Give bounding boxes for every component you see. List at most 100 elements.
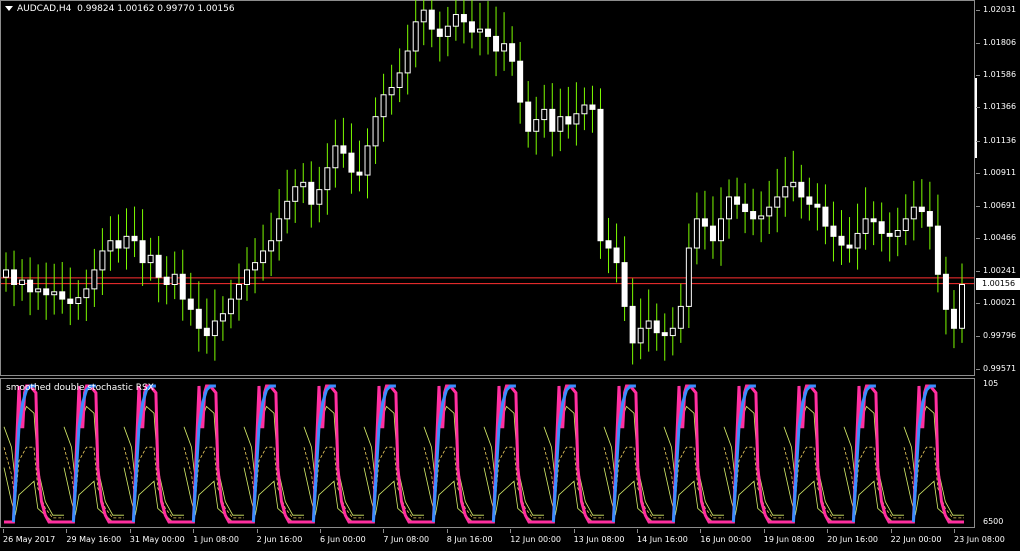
candle-body-bull [388, 86, 395, 96]
time-tick [320, 529, 321, 533]
time-tick [193, 529, 195, 533]
candle-body-bear [139, 240, 146, 264]
candle-body-bull [83, 288, 90, 299]
candle-body-bull [372, 116, 379, 147]
candle-body-bull [501, 43, 508, 52]
candle-body-bull [324, 167, 331, 191]
candle-body-bull [758, 215, 765, 220]
dropdown-triangle-icon[interactable] [5, 6, 13, 11]
candle-body-bear [115, 240, 122, 249]
candle-body-bear [163, 276, 170, 286]
candle-body-bear [155, 254, 162, 278]
time-label: 31 May 00:00 [129, 535, 185, 544]
candle-body-bull [300, 181, 307, 188]
candle-body-bull [894, 230, 901, 237]
price-label: 0.99796 [983, 331, 1017, 341]
candle-body-bull [268, 240, 275, 252]
candle-body-bull [19, 279, 26, 286]
candle-body-bear [605, 240, 612, 249]
candle-body-bull [35, 288, 42, 293]
candle-body-bull [380, 94, 387, 118]
candle-body-bull [790, 181, 797, 188]
candle-body-bear [806, 196, 813, 205]
candle-body-bear [43, 288, 50, 296]
candle-body-bull [260, 250, 267, 264]
candle-body-bear [460, 14, 467, 23]
candle-body-bear [340, 145, 347, 154]
candle-body-bear [179, 273, 186, 300]
price-tick [976, 369, 980, 370]
candle-body-bull [420, 9, 427, 23]
time-tick [700, 529, 702, 533]
candle-body-bull [854, 232, 861, 249]
candle-body-bull [766, 206, 773, 217]
price-tick [976, 107, 980, 109]
candle-body-bear [59, 291, 66, 300]
price-tick [976, 173, 980, 175]
time-tick [763, 529, 765, 533]
candle-body-bull [147, 254, 154, 264]
time-label: 8 Jun 16:00 [446, 535, 493, 544]
candle-body-bear [709, 225, 716, 242]
candle-body-bull [227, 298, 234, 315]
candle-body-bull [862, 218, 869, 234]
candle-body-bull [476, 28, 483, 33]
candle-body-bull [91, 269, 98, 290]
time-tick [446, 529, 448, 533]
current-price-label: 1.00156 [976, 277, 1020, 290]
candle-body-bull [637, 327, 644, 344]
candle-body-bear [11, 269, 18, 286]
candle-body-bear [565, 116, 572, 125]
time-label: 6 Jun 00:00 [320, 535, 366, 544]
price-label: 1.00241 [983, 266, 1017, 276]
candle-body-bear [195, 308, 202, 329]
candle-body-bear [926, 211, 933, 227]
candle-body-bear [613, 247, 620, 264]
candle-body-bull [717, 218, 724, 242]
price-tick [976, 238, 980, 240]
price-tick [976, 271, 980, 273]
time-tick [3, 529, 4, 533]
price-tick [976, 140, 980, 142]
candle-body-bear [661, 332, 668, 337]
candle-body-bull [573, 113, 580, 125]
candle-body-bull [452, 14, 459, 27]
candle-body-bear [187, 298, 194, 310]
candle-body-bull [677, 305, 684, 329]
candle-body-bear [589, 104, 596, 110]
candle-body-bull [774, 196, 781, 208]
candle-body-bear [830, 225, 837, 237]
candle-body-bull [404, 50, 411, 74]
time-label: 14 Jun 16:00 [637, 535, 688, 544]
candle-body-bull [669, 327, 676, 337]
price-scale-marker [975, 78, 977, 158]
candle-body-bull [107, 240, 114, 252]
symbol-header[interactable]: AUDCAD,H4 0.99824 1.00162 0.99770 1.0015… [5, 4, 235, 14]
candle-body-bull [902, 218, 909, 232]
time-label: 2 Jun 16:00 [256, 535, 303, 544]
time-tick [827, 529, 829, 533]
candle-body-bull [99, 250, 106, 271]
candle-body-bull [693, 218, 700, 249]
time-tick [890, 529, 892, 533]
candle-body-bull [581, 104, 588, 115]
candle-body-bear [468, 21, 475, 33]
candle-body-bull [332, 145, 339, 169]
candle-body-bear [308, 181, 315, 205]
candle-body-bull [726, 196, 733, 220]
price-label: 1.02031 [983, 5, 1017, 14]
price-tick [976, 205, 980, 207]
time-tick [383, 529, 385, 533]
candle-body-bear [798, 181, 805, 198]
candle-body-bull [685, 247, 692, 307]
chart-window: AUDCAD,H4 0.99824 1.00162 0.99770 1.0015… [0, 0, 1020, 551]
candle-body-bear [428, 9, 435, 30]
candle-body-bull [444, 25, 451, 37]
time-tick [510, 529, 512, 533]
candle-body-bear [525, 101, 532, 132]
time-label: 1 Jun 08:00 [193, 535, 239, 544]
candle-body-bear [918, 206, 925, 213]
candle-body-bear [701, 218, 708, 227]
candle-body-bear [203, 327, 210, 337]
candle-body-bull [244, 269, 251, 286]
